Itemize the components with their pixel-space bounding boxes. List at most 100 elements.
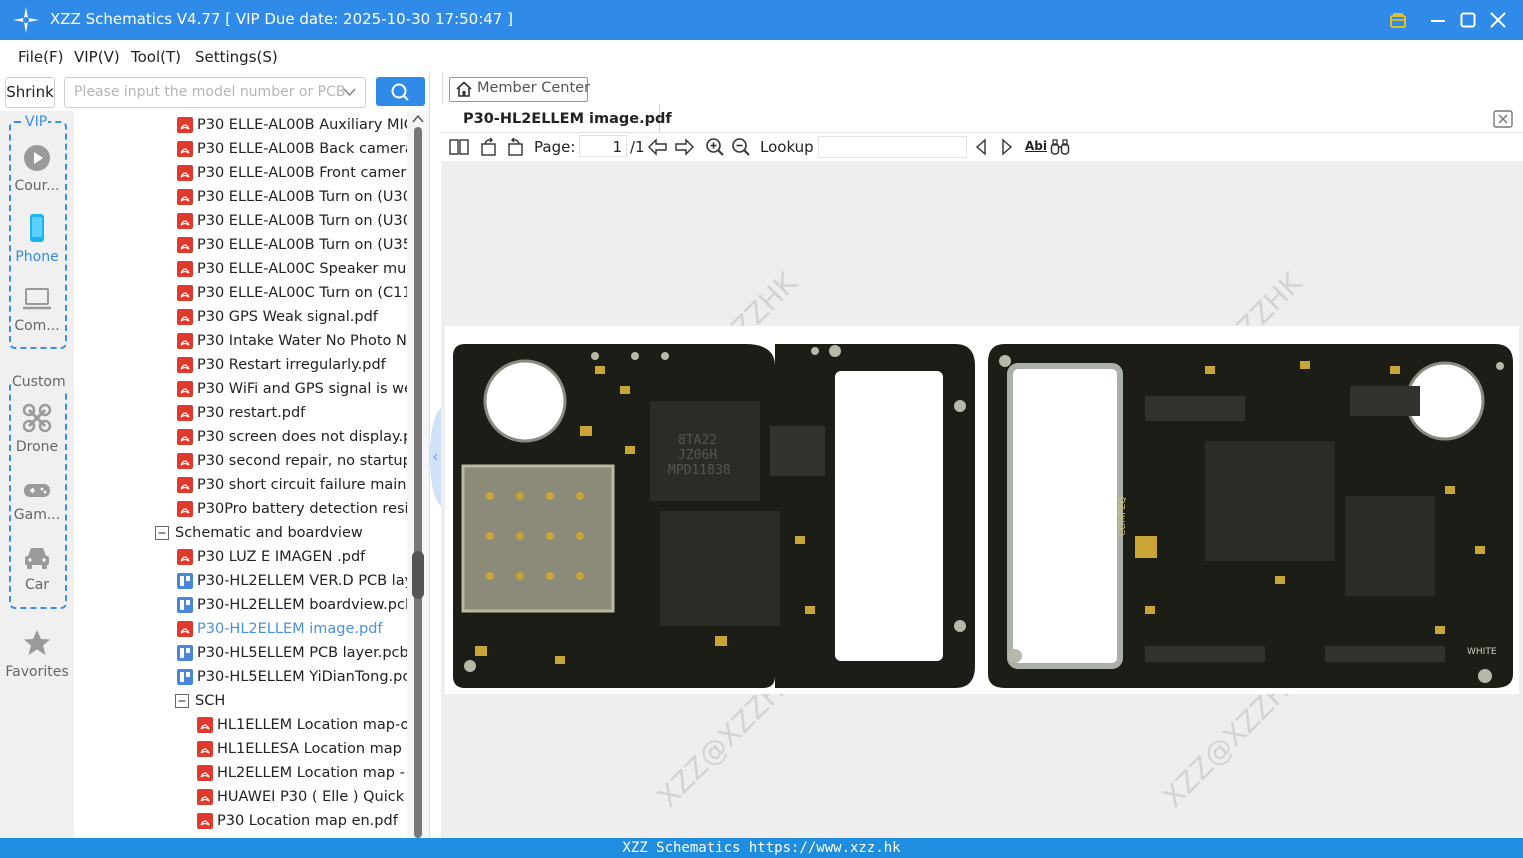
gamepad-icon <box>24 484 50 497</box>
chip-mark: JZ06H <box>678 448 717 463</box>
tree-item-label: P30 GPS Weak signal.pdf <box>197 309 378 325</box>
vip-caption: VIP <box>24 114 49 130</box>
shrink-button[interactable]: Shrink <box>5 77 55 108</box>
pdf-file-icon <box>177 381 193 397</box>
tree-item-label: P30 ELLE-AL00B Turn on (U3501 <box>197 237 407 253</box>
next-page-icon[interactable] <box>674 138 694 156</box>
rail-item-computer[interactable]: Com... <box>0 286 74 334</box>
pdf-file-icon <box>177 189 193 205</box>
tree-item-label: HL2ELLEM Location map - Cl <box>217 765 407 781</box>
scroll-track[interactable] <box>414 127 422 838</box>
pdf-file-icon <box>177 309 193 325</box>
board-mark: WHITE <box>1467 647 1497 657</box>
phone-icon <box>30 214 44 242</box>
tree-item-label: P30 Location map en.pdf <box>217 813 398 829</box>
pdf-file-icon <box>197 813 213 829</box>
tree-item-label: P30 second repair, no startup, sl <box>197 453 407 469</box>
search-button[interactable] <box>376 77 425 106</box>
rail-label: Cour... <box>14 178 60 194</box>
tree-item-label: P30-HL5ELLEM YiDianTong.pcb <box>197 669 407 685</box>
rail-item-favorites[interactable]: Favorites <box>0 628 74 680</box>
tree-item-label: Schematic and boardview <box>175 525 363 541</box>
pdf-file-icon <box>177 501 193 517</box>
member-center-button[interactable]: Member Center <box>449 77 591 102</box>
zoom-in-icon[interactable] <box>705 137 725 157</box>
rail-item-drone[interactable]: Drone <box>0 403 74 455</box>
app-logo-icon <box>13 7 39 33</box>
scroll-up-icon[interactable] <box>412 114 424 124</box>
prev-page-icon[interactable] <box>648 138 668 156</box>
rotate-right-icon[interactable] <box>505 137 525 157</box>
chevron-down-icon[interactable] <box>343 87 356 97</box>
star-icon <box>24 630 50 655</box>
rail-label: Gam... <box>13 507 61 523</box>
search-placeholder: Please input the model number or PCB <box>74 84 346 100</box>
scroll-thumb[interactable] <box>412 551 424 599</box>
menu-settings[interactable]: Settings(S) <box>195 48 278 66</box>
tree-item-label: P30-HL2ELLEM boardview.pcb <box>197 597 407 613</box>
pdf-toolbar: Page: 1 /1 Lookup Abi <box>441 133 1523 161</box>
rail-item-car[interactable]: Car <box>0 545 74 593</box>
maximize-icon[interactable] <box>1459 11 1477 29</box>
pdf-file-icon <box>177 213 193 229</box>
pdf-file-icon <box>197 717 213 733</box>
page-number-input[interactable]: 1 <box>579 135 627 157</box>
page-label: Page: <box>534 138 576 156</box>
close-icon[interactable] <box>1489 11 1507 29</box>
match-case-button[interactable]: Abi <box>1025 139 1047 153</box>
pdf-file-icon <box>177 261 193 277</box>
menu-bar: File(F) VIP(V) Tool(T) Settings(S) <box>0 40 1523 72</box>
laptop-icon <box>23 288 51 310</box>
menu-file[interactable]: File(F) <box>18 48 63 66</box>
rail-label: Favorites <box>5 664 69 680</box>
pdf-file-icon <box>177 453 193 469</box>
pcb-file-icon <box>177 573 193 589</box>
menu-tool[interactable]: Tool(T) <box>131 48 181 66</box>
tree-item-label: P30 restart.pdf <box>197 405 306 421</box>
pdf-file-icon <box>177 333 193 349</box>
vip-box-icon[interactable] <box>1389 11 1407 29</box>
category-rail: VIP Cour... Phone Com... Custom Drone Ga… <box>0 111 74 838</box>
tree-item-label: P30 ELLE-AL00B Turn on (U300 <box>197 213 407 229</box>
tab-document[interactable]: P30-HL2ELLEM image.pdf <box>455 104 672 132</box>
binoculars-icon[interactable] <box>1050 138 1070 156</box>
tree-item-label: P30 screen does not display.pdf <box>197 429 407 445</box>
chip-mark: 8TA22 <box>678 433 717 448</box>
pdf-file-icon <box>177 477 193 493</box>
lookup-input[interactable] <box>818 136 967 158</box>
rail-item-phone[interactable]: Phone <box>0 213 74 265</box>
find-prev-icon[interactable] <box>973 138 989 156</box>
close-tab-icon[interactable] <box>1493 110 1513 128</box>
rail-label: Drone <box>15 439 59 455</box>
collapse-toggle-icon[interactable] <box>155 526 169 540</box>
tree-item-label: HL1ELLEM Location map-ove <box>217 717 407 733</box>
tree-item-label: P30 Intake Water No Photo No <box>197 333 407 349</box>
find-next-icon[interactable] <box>999 138 1015 156</box>
rail-item-courses[interactable]: Cour... <box>0 144 74 194</box>
zoom-out-icon[interactable] <box>731 137 751 157</box>
tree-item-label: P30-HL5ELLEM PCB layer.pcb <box>197 645 407 661</box>
member-center-label: Member Center <box>477 80 591 96</box>
tree-item-label: P30 short circuit failure mainten <box>197 477 407 493</box>
pdf-file-icon <box>177 117 193 133</box>
title-bar: XZZ Schematics V4.77 [ VIP Due date: 202… <box>0 0 1523 40</box>
tree-item-label: P30 ELLE-AL00C Speaker murmu <box>197 261 407 277</box>
minimize-icon[interactable] <box>1429 12 1447 30</box>
model-search-input[interactable]: Please input the model number or PCB <box>64 77 366 108</box>
rotate-left-icon[interactable] <box>479 137 499 157</box>
tree-item-label: HUAWEI P30 ( Elle ) Quick re <box>217 789 407 805</box>
menu-vip[interactable]: VIP(V) <box>74 48 120 66</box>
pdf-file-icon <box>197 765 213 781</box>
pdf-file-icon <box>197 789 213 805</box>
tree-item-label: P30 WiFi and GPS signal is weal <box>197 381 407 397</box>
rail-item-game[interactable]: Gam... <box>0 479 74 523</box>
pcb-file-icon <box>177 645 193 661</box>
tree-item-label: P30 ELLE-AL00B Back camera ca <box>197 141 407 157</box>
lookup-label: Lookup <box>760 138 814 156</box>
tree-item-label: P30 ELLE-AL00C Turn on (C1113 <box>197 285 407 301</box>
tree-scrollbar[interactable] <box>407 111 429 838</box>
collapse-toggle-icon[interactable] <box>175 694 189 708</box>
home-icon <box>456 81 472 97</box>
pdf-file-icon <box>177 429 193 445</box>
two-page-view-icon[interactable] <box>449 138 469 156</box>
